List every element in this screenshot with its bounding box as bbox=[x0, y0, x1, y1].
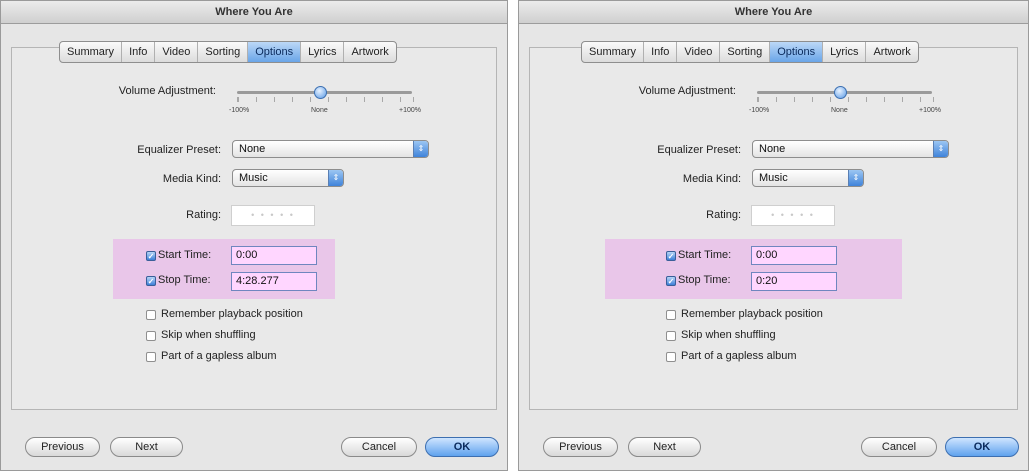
volume-adjustment-label: Volume Adjustment: bbox=[638, 85, 736, 97]
cancel-button[interactable]: Cancel bbox=[861, 437, 937, 457]
media-kind-value: Music bbox=[239, 172, 268, 184]
stop-time-field[interactable]: 4:28.277 bbox=[231, 272, 317, 291]
tab-summary[interactable]: Summary bbox=[60, 42, 123, 62]
remember-position-label: Remember playback position bbox=[161, 308, 303, 320]
skip-shuffling-checkbox[interactable] bbox=[146, 331, 156, 341]
rating-label: Rating: bbox=[186, 209, 221, 221]
gapless-album-label: Part of a gapless album bbox=[681, 350, 797, 362]
tab-sorting[interactable]: Sorting bbox=[198, 42, 249, 62]
equalizer-preset-value: None bbox=[759, 143, 786, 155]
tab-summary[interactable]: Summary bbox=[582, 42, 645, 62]
window-title: Where You Are bbox=[1, 1, 507, 24]
volume-mid-label: None bbox=[311, 107, 328, 114]
tab-options[interactable]: Options bbox=[770, 42, 824, 62]
volume-adjustment-label: Volume Adjustment: bbox=[118, 85, 216, 97]
remember-position-checkbox[interactable] bbox=[146, 310, 156, 320]
tab-video[interactable]: Video bbox=[155, 42, 199, 62]
rating-label: Rating: bbox=[706, 209, 741, 221]
tab-artwork[interactable]: Artwork bbox=[866, 42, 917, 62]
volume-min-label: -100% bbox=[229, 107, 250, 114]
start-time-label: Start Time: bbox=[678, 249, 732, 261]
equalizer-preset-label: Equalizer Preset: bbox=[657, 144, 741, 156]
rating-stars[interactable]: • • • • • bbox=[231, 205, 315, 226]
ok-button[interactable]: OK bbox=[945, 437, 1019, 457]
popup-arrows-icon: ⇕ bbox=[933, 141, 948, 157]
volume-slider-thumb[interactable] bbox=[314, 86, 327, 99]
media-kind-label: Media Kind: bbox=[682, 173, 741, 185]
start-time-field[interactable]: 0:00 bbox=[231, 246, 317, 265]
volume-slider-thumb[interactable] bbox=[834, 86, 847, 99]
media-kind-label: Media Kind: bbox=[162, 173, 221, 185]
popup-arrows-icon: ⇕ bbox=[413, 141, 428, 157]
gapless-album-label: Part of a gapless album bbox=[161, 350, 277, 362]
next-button[interactable]: Next bbox=[628, 437, 701, 457]
volume-max-label: +100% bbox=[919, 107, 941, 114]
start-time-checkbox[interactable]: ✓ bbox=[666, 251, 676, 261]
gapless-album-checkbox[interactable] bbox=[666, 352, 676, 362]
next-button[interactable]: Next bbox=[110, 437, 183, 457]
volume-mid-label: None bbox=[831, 107, 848, 114]
remember-position-checkbox[interactable] bbox=[666, 310, 676, 320]
stop-time-checkbox[interactable]: ✓ bbox=[666, 276, 676, 286]
stop-time-checkbox[interactable]: ✓ bbox=[146, 276, 156, 286]
previous-button[interactable]: Previous bbox=[25, 437, 100, 457]
volume-max-label: +100% bbox=[399, 107, 421, 114]
tab-artwork[interactable]: Artwork bbox=[344, 42, 395, 62]
tab-info[interactable]: Info bbox=[644, 42, 678, 62]
track-info-dialog-right: Where You Are Summary Info Video Sorting… bbox=[518, 0, 1029, 471]
ok-button[interactable]: OK bbox=[425, 437, 499, 457]
window-title: Where You Are bbox=[519, 1, 1028, 24]
skip-shuffling-checkbox[interactable] bbox=[666, 331, 676, 341]
stop-time-label: Stop Time: bbox=[678, 274, 731, 286]
start-time-checkbox[interactable]: ✓ bbox=[146, 251, 156, 261]
tab-sorting[interactable]: Sorting bbox=[720, 42, 771, 62]
gapless-album-checkbox[interactable] bbox=[146, 352, 156, 362]
media-kind-popup[interactable]: Music ⇕ bbox=[232, 169, 344, 187]
tab-lyrics[interactable]: Lyrics bbox=[301, 42, 345, 62]
stop-time-field[interactable]: 0:20 bbox=[751, 272, 837, 291]
volume-slider-ticks bbox=[757, 97, 934, 102]
tab-bar: Summary Info Video Sorting Options Lyric… bbox=[581, 41, 919, 63]
equalizer-preset-popup[interactable]: None ⇕ bbox=[752, 140, 949, 158]
start-time-field[interactable]: 0:00 bbox=[751, 246, 837, 265]
tab-bar: Summary Info Video Sorting Options Lyric… bbox=[59, 41, 397, 63]
stop-time-label: Stop Time: bbox=[158, 274, 211, 286]
tab-lyrics[interactable]: Lyrics bbox=[823, 42, 867, 62]
tab-info[interactable]: Info bbox=[122, 42, 156, 62]
equalizer-preset-popup[interactable]: None ⇕ bbox=[232, 140, 429, 158]
volume-min-label: -100% bbox=[749, 107, 770, 114]
previous-button[interactable]: Previous bbox=[543, 437, 618, 457]
tab-options[interactable]: Options bbox=[248, 42, 302, 62]
track-info-dialog-left: Where You Are Summary Info Video Sorting… bbox=[0, 0, 508, 471]
start-time-label: Start Time: bbox=[158, 249, 212, 261]
media-kind-popup[interactable]: Music ⇕ bbox=[752, 169, 864, 187]
skip-shuffling-label: Skip when shuffling bbox=[681, 329, 776, 341]
equalizer-preset-value: None bbox=[239, 143, 266, 155]
remember-position-label: Remember playback position bbox=[681, 308, 823, 320]
popup-arrows-icon: ⇕ bbox=[848, 170, 863, 186]
tab-video[interactable]: Video bbox=[677, 42, 721, 62]
popup-arrows-icon: ⇕ bbox=[328, 170, 343, 186]
equalizer-preset-label: Equalizer Preset: bbox=[137, 144, 221, 156]
volume-slider-ticks bbox=[237, 97, 414, 102]
media-kind-value: Music bbox=[759, 172, 788, 184]
rating-stars[interactable]: • • • • • bbox=[751, 205, 835, 226]
cancel-button[interactable]: Cancel bbox=[341, 437, 417, 457]
skip-shuffling-label: Skip when shuffling bbox=[161, 329, 256, 341]
